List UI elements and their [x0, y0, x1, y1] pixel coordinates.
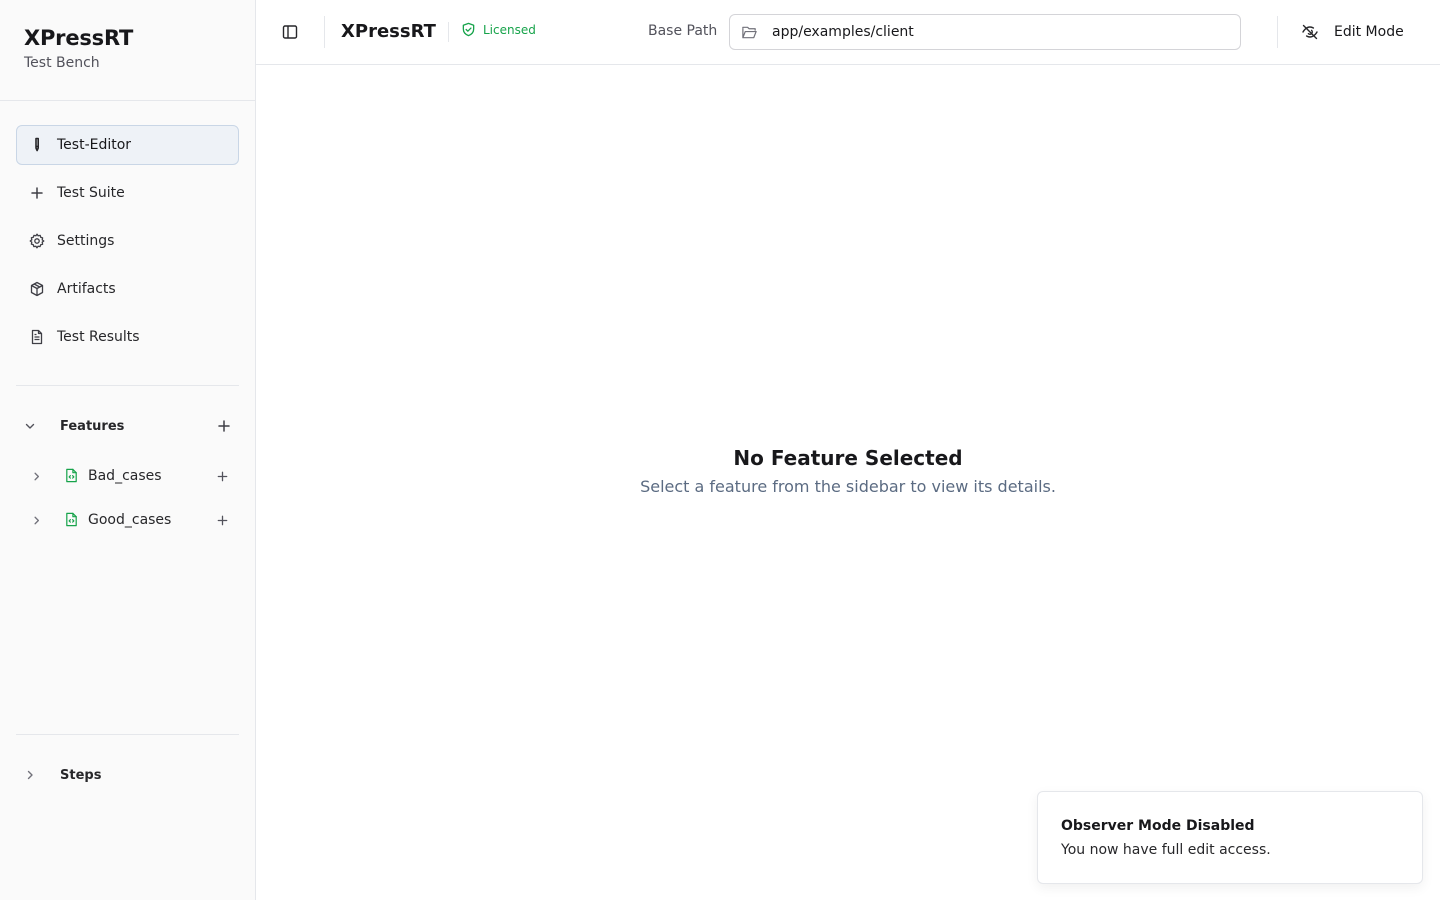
shield-check-icon — [462, 22, 475, 37]
gear-icon — [28, 232, 46, 250]
chevron-right-icon[interactable] — [24, 470, 48, 483]
eye-off-icon — [1302, 24, 1318, 40]
divider — [324, 16, 325, 48]
divider — [16, 734, 239, 735]
divider — [448, 22, 449, 42]
add-scenario-button[interactable] — [212, 510, 232, 530]
sidebar-item-test-editor[interactable]: Test-Editor — [16, 125, 239, 165]
panel-left-icon — [282, 25, 298, 39]
pen-icon — [28, 136, 46, 154]
edit-mode-button[interactable]: Edit Mode — [1293, 14, 1423, 50]
license-label: Licensed — [483, 22, 536, 37]
base-path-field[interactable]: app/examples/client — [729, 14, 1241, 50]
base-path-value: app/examples/client — [772, 24, 914, 40]
empty-state: No Feature Selected Select a feature fro… — [256, 443, 1440, 496]
plus-icon — [217, 471, 227, 481]
sidebar-item-label: Settings — [57, 233, 115, 249]
toggle-sidebar-button[interactable] — [276, 18, 304, 46]
features-label: Features — [60, 418, 125, 434]
features-tree: Bad_cases Good_cases — [16, 454, 239, 542]
sidebar-item-label: Test Suite — [57, 185, 125, 201]
folder-open-icon — [742, 26, 757, 38]
sidebar-item-artifacts[interactable]: Artifacts — [16, 269, 239, 309]
package-icon — [28, 280, 46, 298]
empty-state-subtitle: Select a feature from the sidebar to vie… — [640, 477, 1056, 496]
sidebar-item-label: Test-Editor — [57, 137, 132, 153]
divider — [0, 100, 255, 101]
sidebar-item-settings[interactable]: Settings — [16, 221, 239, 261]
brand: XPressRT Test Bench — [24, 24, 133, 71]
edit-mode-label: Edit Mode — [1334, 24, 1404, 40]
file-code-icon — [64, 512, 80, 528]
feature-item-bad-cases[interactable]: Bad_cases — [16, 454, 239, 498]
app-name: XPressRT — [341, 21, 436, 42]
sidebar-item-test-results[interactable]: Test Results — [16, 317, 239, 357]
file-text-icon — [28, 328, 46, 346]
steps-label: Steps — [60, 767, 102, 783]
chevron-right-icon[interactable] — [16, 768, 44, 782]
brand-title: XPressRT — [24, 26, 134, 50]
toast-title: Observer Mode Disabled — [1061, 818, 1255, 834]
features-section-header[interactable]: Features — [16, 410, 239, 442]
feature-item-good-cases[interactable]: Good_cases — [16, 498, 239, 542]
toast-description: You now have full edit access. — [1061, 842, 1271, 858]
sidebar-item-label: Test Results — [57, 329, 140, 345]
chevron-right-icon[interactable] — [24, 514, 48, 527]
add-scenario-button[interactable] — [212, 466, 232, 486]
empty-state-title: No Feature Selected — [733, 446, 963, 470]
sidebar-item-label: Artifacts — [57, 281, 116, 297]
add-feature-button[interactable] — [213, 415, 235, 437]
license-badge: Licensed — [461, 22, 536, 37]
top-header: XPressRT Licensed Base Path app/examples… — [256, 0, 1440, 65]
divider — [16, 385, 239, 386]
brand-subtitle: Test Bench — [24, 55, 100, 71]
sidebar: XPressRT Test Bench Test-Editor Test Sui… — [0, 0, 256, 900]
toast-notification: Observer Mode Disabled You now have full… — [1037, 791, 1423, 884]
chevron-down-icon[interactable] — [16, 419, 44, 433]
sidebar-nav: Test-Editor Test Suite Settings Artifact… — [16, 125, 239, 365]
feature-name: Good_cases — [88, 512, 172, 528]
plus-icon — [218, 420, 230, 432]
plus-icon — [28, 184, 46, 202]
base-path-label: Base Path — [648, 23, 718, 39]
file-code-icon — [64, 468, 80, 484]
sidebar-item-test-suite[interactable]: Test Suite — [16, 173, 239, 213]
divider — [1277, 16, 1278, 48]
steps-section-header[interactable]: Steps — [16, 759, 239, 791]
feature-name: Bad_cases — [88, 468, 162, 484]
plus-icon — [217, 515, 227, 525]
